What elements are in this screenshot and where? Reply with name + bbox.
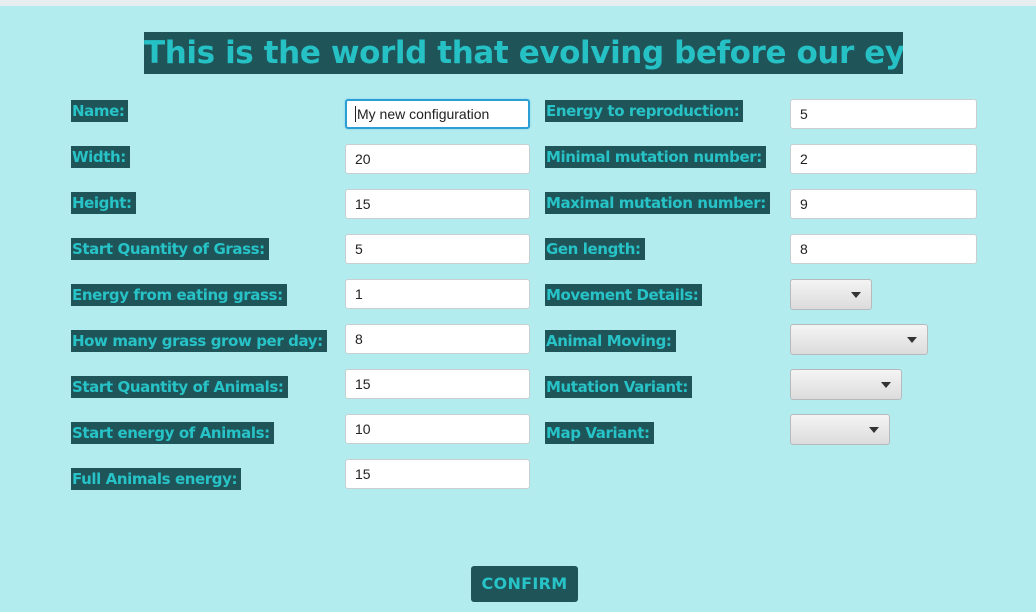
max-mutation-label: Maximal mutation number: [545,192,770,214]
grass-per-day-label: How many grass grow per day: [71,330,327,352]
height-field[interactable]: 15 [345,189,530,219]
start-animal-energy-field[interactable]: 10 [345,414,530,444]
chevron-down-icon [907,337,917,343]
min-mutation-field[interactable]: 2 [790,144,977,174]
mutation-variant-select[interactable] [790,369,902,400]
gen-length-label: Gen length: [545,238,645,260]
start-animal-energy-label: Start energy of Animals: [71,422,274,444]
map-variant-label: Map Variant: [545,422,654,444]
page-title: This is the world that evolving before o… [144,32,903,74]
reproduction-energy-field[interactable]: 5 [790,99,977,129]
confirm-button[interactable]: CONFIRM [471,566,578,602]
name-label: Name: [71,100,129,122]
chevron-down-icon [869,427,879,433]
grass-energy-field[interactable]: 1 [345,279,530,309]
animal-moving-select[interactable] [790,324,928,355]
start-grass-field[interactable]: 5 [345,234,530,264]
min-mutation-label: Minimal mutation number: [545,146,766,168]
movement-details-label: Movement Details: [545,284,703,306]
mutation-variant-label: Mutation Variant: [545,376,693,398]
width-label: Width: [71,146,130,168]
height-label: Height: [71,192,136,214]
width-field[interactable]: 20 [345,144,530,174]
animal-moving-label: Animal Moving: [545,330,676,352]
chevron-down-icon [881,382,891,388]
name-field[interactable]: My new configuration [345,99,530,129]
gen-length-field[interactable]: 8 [790,234,977,264]
grass-energy-label: Energy from eating grass: [71,284,287,306]
movement-details-select[interactable] [790,279,872,310]
name-field-value: My new configuration [357,106,490,122]
full-animal-energy-field[interactable]: 15 [345,459,530,489]
start-animals-field[interactable]: 15 [345,369,530,399]
reproduction-energy-label: Energy to reproduction: [545,100,744,122]
chevron-down-icon [851,292,861,298]
max-mutation-field[interactable]: 9 [790,189,977,219]
grass-per-day-field[interactable]: 8 [345,324,530,354]
start-grass-label: Start Quantity of Grass: [71,238,269,260]
text-caret [355,106,356,123]
full-animal-energy-label: Full Animals energy: [71,468,242,490]
start-animals-label: Start Quantity of Animals: [71,376,288,398]
map-variant-select[interactable] [790,414,890,445]
window-top-strip [0,0,1036,6]
